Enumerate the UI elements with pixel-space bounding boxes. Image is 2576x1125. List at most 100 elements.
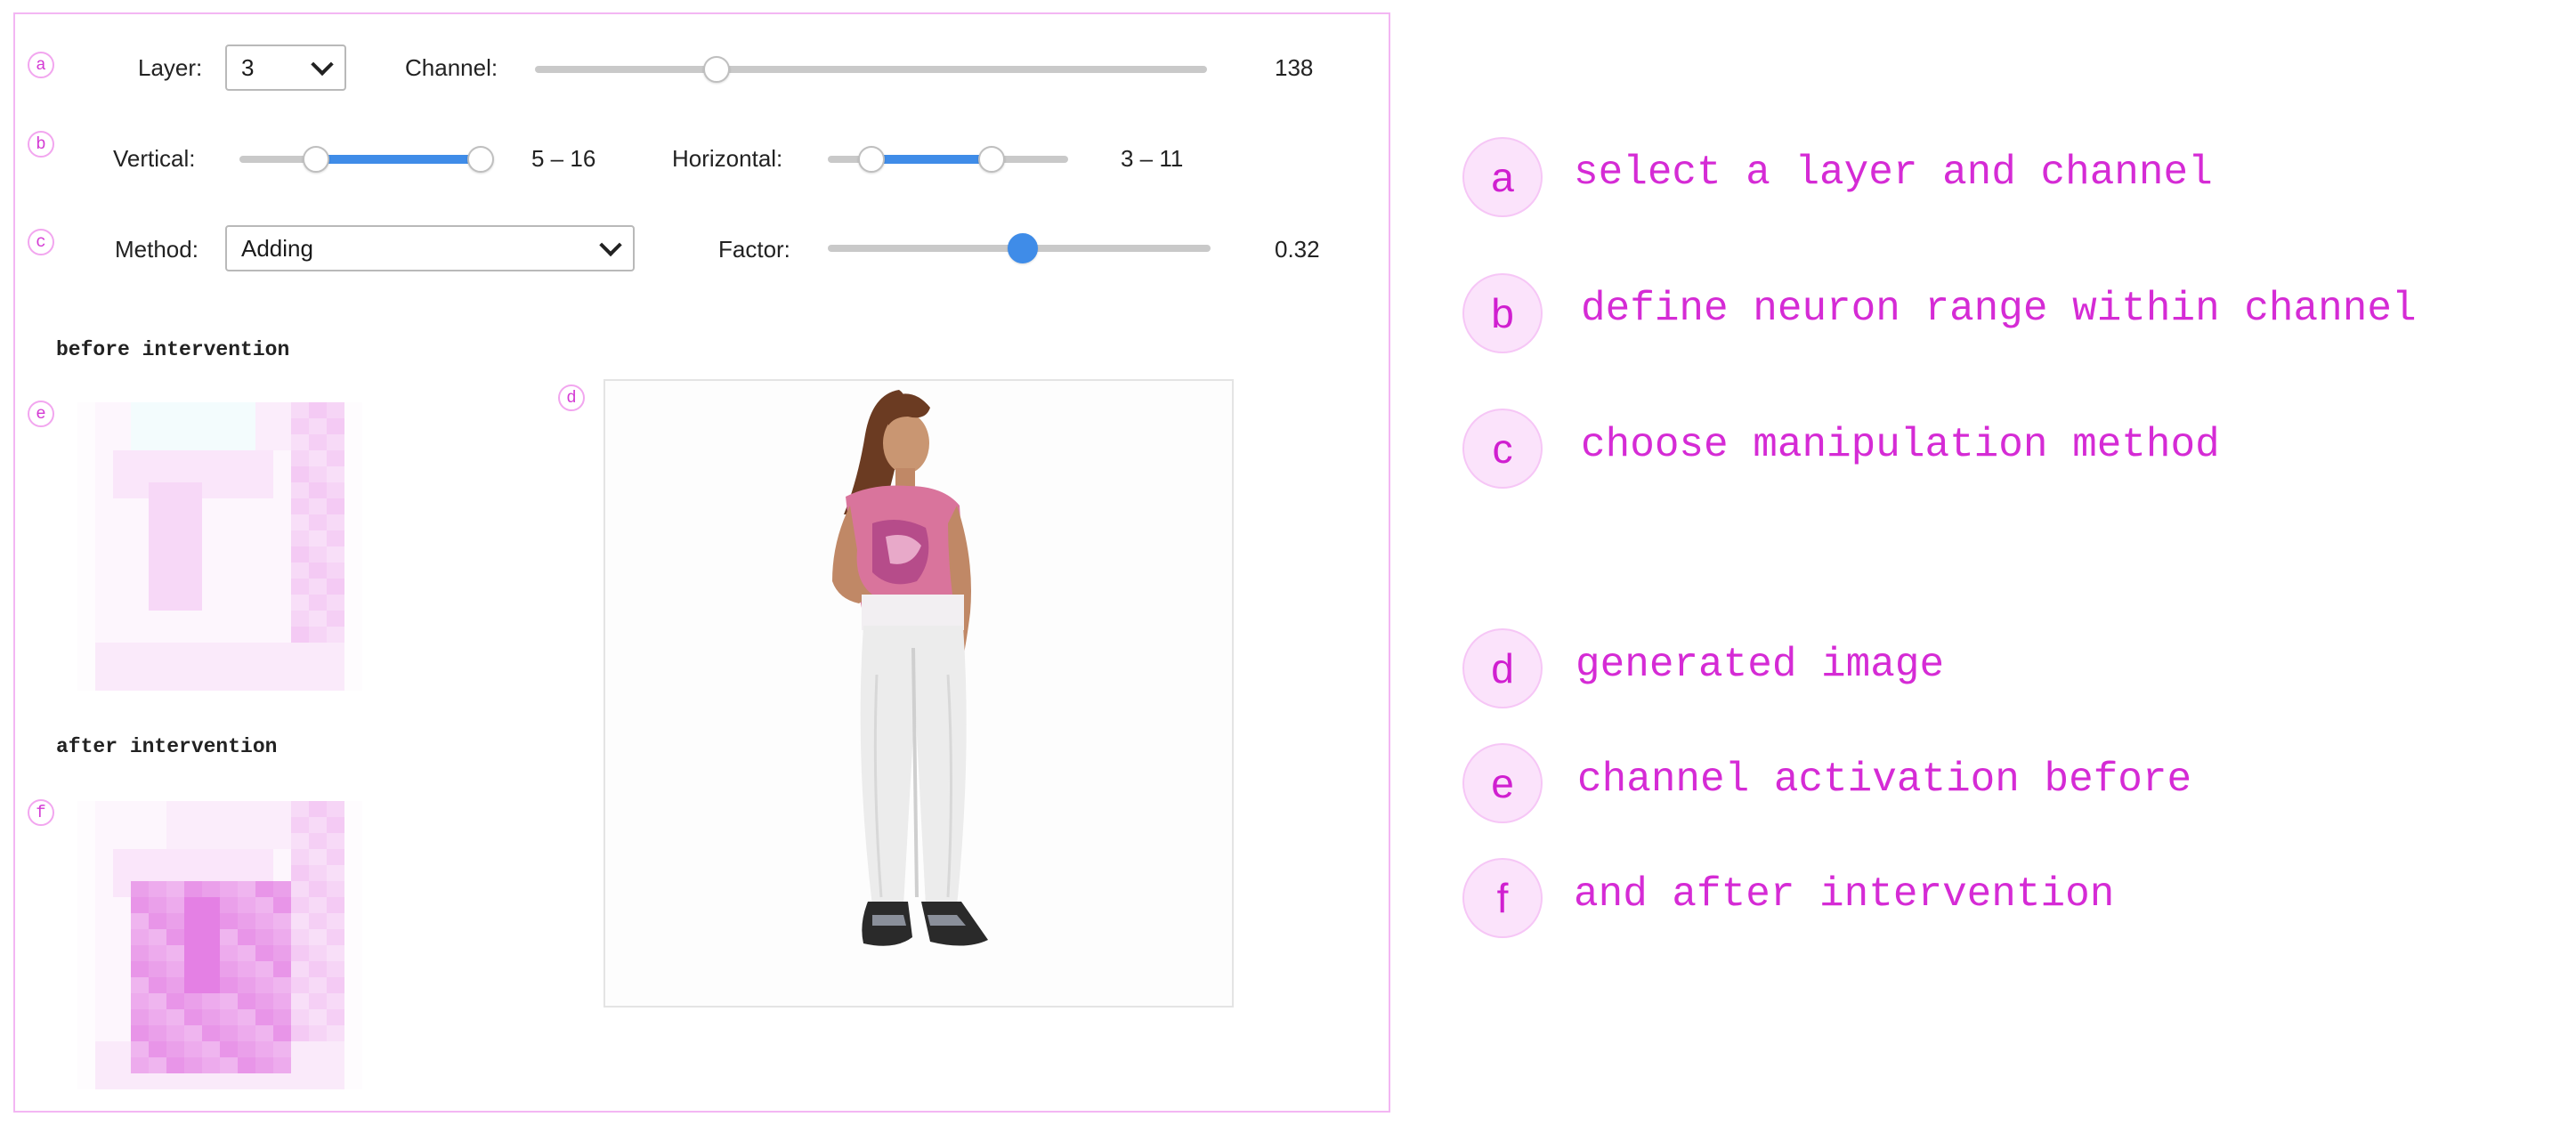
heatmap-cell (291, 434, 309, 450)
vertical-slider-min-thumb[interactable] (302, 146, 329, 173)
heatmap-cell (184, 659, 202, 675)
heatmap-cell (291, 881, 309, 897)
heatmap-cell (77, 801, 95, 817)
method-select[interactable]: Adding (225, 225, 635, 271)
heatmap-cell (344, 418, 362, 434)
heatmap-cell (184, 1025, 202, 1041)
heatmap-cell (202, 595, 220, 611)
heatmap-cell (149, 897, 166, 913)
heatmap-cell (220, 450, 238, 466)
heatmap-cell (220, 402, 238, 418)
heatmap-cell (273, 675, 291, 691)
heatmap-cell (184, 993, 202, 1009)
heatmap-cell (166, 482, 184, 498)
heatmap-cell (327, 514, 344, 530)
heatmap-cell (344, 562, 362, 579)
horizontal-slider-min-thumb[interactable] (857, 146, 885, 173)
heatmap-cell (131, 466, 149, 482)
heatmap-cell (113, 530, 131, 546)
heatmap-cell (166, 929, 184, 945)
heatmap-cell (77, 482, 95, 498)
heatmap-cell (166, 675, 184, 691)
heatmap-cell (220, 659, 238, 675)
heatmap-cell (166, 611, 184, 627)
heatmap-cell (273, 1041, 291, 1057)
horizontal-slider-max-thumb[interactable] (977, 146, 1005, 173)
heatmap-cell (309, 562, 327, 579)
legend-marker-a: a (1462, 137, 1543, 217)
heatmap-cell (220, 849, 238, 865)
heatmap-cell (255, 817, 273, 833)
heatmap-cell (184, 562, 202, 579)
heatmap-cell (309, 817, 327, 833)
heatmap-cell (149, 1041, 166, 1057)
heatmap-cell (255, 945, 273, 961)
heatmap-cell (202, 530, 220, 546)
heatmap-cell (344, 865, 362, 881)
heatmap-cell (95, 817, 113, 833)
heatmap-cell (131, 450, 149, 466)
heatmap-cell (131, 546, 149, 562)
heatmap-cell (220, 881, 238, 897)
vertical-slider-max-thumb[interactable] (466, 146, 494, 173)
heatmap-cell (344, 913, 362, 929)
heatmap-cell (95, 801, 113, 817)
factor-slider-thumb[interactable] (1008, 233, 1039, 263)
heatmap-cell (291, 993, 309, 1009)
heatmap-cell (327, 913, 344, 929)
heatmap-cell (95, 1009, 113, 1025)
heatmap-cell (131, 881, 149, 897)
layer-select[interactable]: 3 (225, 45, 346, 91)
heatmap-cell (131, 418, 149, 434)
heatmap-cell (309, 450, 327, 466)
channel-slider-track[interactable] (535, 66, 1207, 73)
heatmap-cell (113, 1073, 131, 1089)
heatmap-cell (238, 514, 255, 530)
heatmap-cell (291, 849, 309, 865)
heatmap-cell (95, 675, 113, 691)
heatmap-cell (273, 897, 291, 913)
heatmap-cell (166, 1057, 184, 1073)
heatmap-cell (149, 659, 166, 675)
channel-slider-thumb[interactable] (702, 56, 730, 83)
heatmap-cell (238, 579, 255, 595)
heatmap-cell (149, 530, 166, 546)
legend-text-d: generated image (1576, 642, 1945, 688)
heatmap-cell (255, 643, 273, 659)
heatmap-cell (202, 514, 220, 530)
heatmap-cell (131, 659, 149, 675)
heatmap-cell (327, 530, 344, 546)
heatmap-cell (327, 659, 344, 675)
heatmap-cell (149, 945, 166, 961)
heatmap-cell (202, 402, 220, 418)
heatmap-cell (273, 418, 291, 434)
heatmap-cell (255, 977, 273, 993)
heatmap-cell (344, 402, 362, 418)
heatmap-cell (291, 659, 309, 675)
heatmap-cell (77, 418, 95, 434)
heatmap-cell (344, 675, 362, 691)
heatmap-cell (149, 817, 166, 833)
heatmap-cell (166, 801, 184, 817)
heatmap-cell (291, 945, 309, 961)
heatmap-cell (131, 482, 149, 498)
heatmap-cell (77, 1073, 95, 1089)
heatmap-cell (238, 627, 255, 643)
heatmap-cell (166, 546, 184, 562)
heatmap-cell (273, 881, 291, 897)
heatmap-cell (95, 961, 113, 977)
heatmap-cell (131, 865, 149, 881)
vertical-label: Vertical: (113, 145, 196, 172)
heatmap-cell (202, 961, 220, 977)
heatmap-cell (238, 833, 255, 849)
heatmap-cell (220, 627, 238, 643)
heatmap-cell (77, 579, 95, 595)
heatmap-cell (291, 482, 309, 498)
legend-marker-d: d (1462, 628, 1543, 708)
heatmap-cell (166, 817, 184, 833)
heatmap-cell (131, 1025, 149, 1041)
heatmap-cell (255, 1073, 273, 1089)
heatmap-cell (220, 498, 238, 514)
heatmap-cell (255, 1009, 273, 1025)
heatmap-cell (113, 659, 131, 675)
